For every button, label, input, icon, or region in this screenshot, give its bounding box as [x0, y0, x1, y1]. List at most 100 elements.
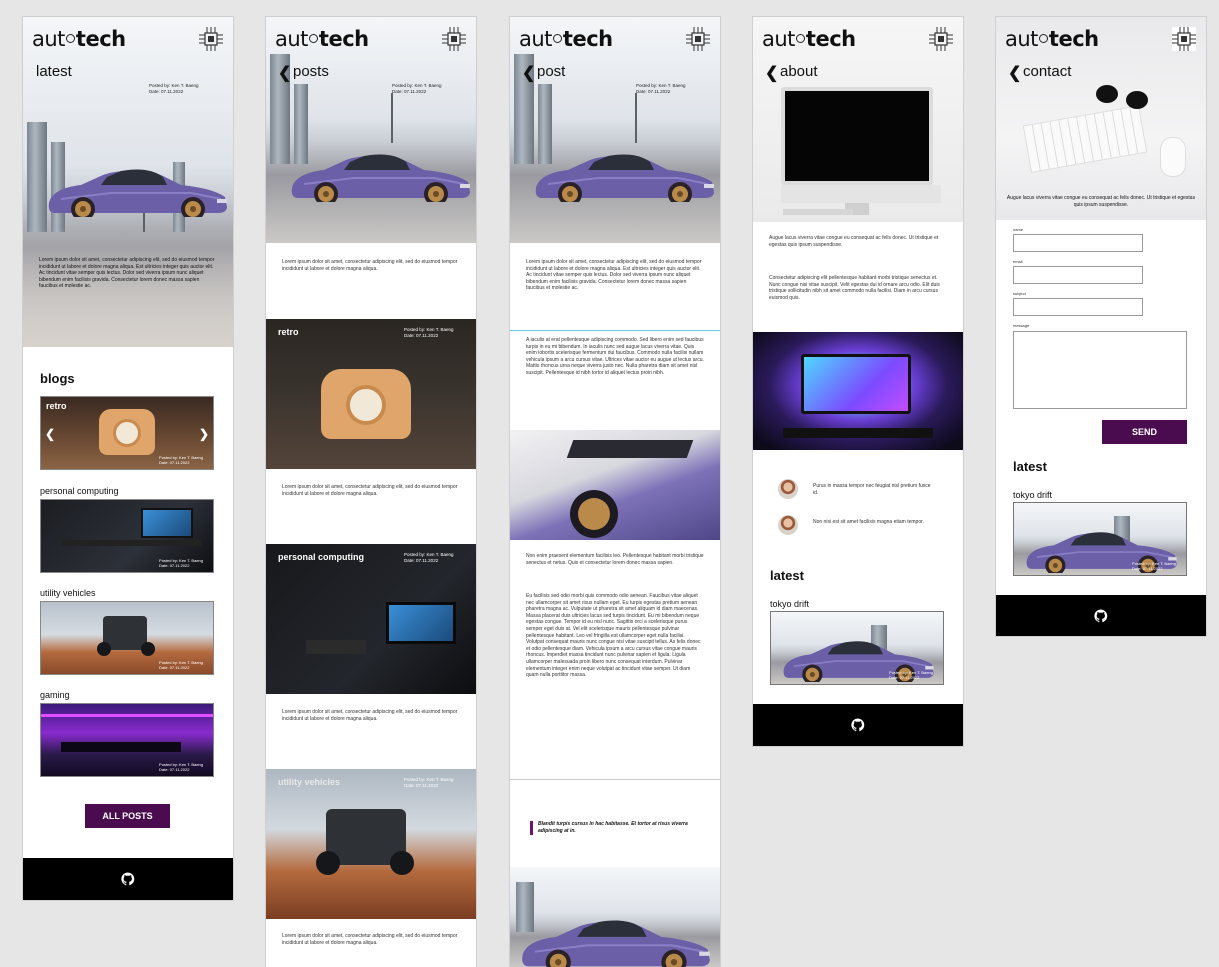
latest-item-title[interactable]: tokyo drift	[1013, 490, 1052, 500]
menu-chip-icon[interactable]	[686, 27, 710, 51]
post-meta: Posted by: Ken T. Baeng Date: 07.11.2022	[404, 777, 454, 788]
post-meta: Posted by: Ken T. Baeng Date: 07.11.2022	[404, 327, 454, 338]
about-image	[753, 332, 963, 450]
page-title: posts	[293, 63, 329, 80]
menu-chip-icon[interactable]	[929, 27, 953, 51]
back-chevron-icon[interactable]: ❮	[522, 63, 535, 83]
post-paragraph: Eu facilisis sed odio morbi quis commodo…	[526, 593, 701, 679]
page-title: about	[780, 63, 818, 80]
latest-heading: latest	[1013, 459, 1047, 474]
footer	[23, 858, 233, 900]
about-paragraph: Consectetur adipiscing elit pellentesque…	[769, 275, 940, 301]
section-title: retro	[278, 327, 299, 337]
card-meta: Posted by: Ken T. Baeng Date: 07.11.2022	[159, 455, 203, 465]
post-meta: Posted by: Ken T. Baeng Date: 07.11.2022	[149, 83, 199, 94]
message-label: message	[1013, 323, 1030, 328]
contact-text: Augue lacus viverra vitae congue eu cons…	[1006, 195, 1196, 208]
latest-card[interactable]: Posted by: Ken T. Baeng Date: 07.11.2022	[1013, 502, 1187, 576]
car-image	[290, 153, 471, 202]
post-excerpt: Lorem ipsum dolor sit amet, consectetur …	[282, 933, 458, 946]
subject-input[interactable]	[1013, 298, 1143, 316]
blogs-heading: blogs	[40, 371, 75, 386]
blockquote: Blandit turpis cursus in hac habitasse. …	[530, 821, 700, 835]
post-paragraph: A iaculis at erat pellentesque adipiscin…	[526, 337, 704, 376]
back-chevron-icon[interactable]: ❮	[278, 63, 291, 83]
menu-chip-icon[interactable]	[199, 27, 223, 51]
divider	[510, 330, 720, 331]
footer	[753, 704, 963, 746]
screen-posts: aut tech ❮ posts Posted by: Ken T. Baeng D…	[266, 17, 476, 967]
avatar	[778, 515, 798, 535]
header: aut tech	[23, 17, 233, 63]
latest-item-title[interactable]: tokyo drift	[770, 599, 809, 609]
avatar	[778, 479, 798, 499]
section-title: utility vehicles	[278, 777, 341, 787]
logo[interactable]: aut tech	[275, 26, 369, 52]
category-card[interactable]: Posted by: Ken T. Baeng Date: 07.11.2022	[40, 601, 214, 675]
post-paragraph: Lorem ipsum dolor sit amet, consectetur …	[526, 259, 702, 292]
name-input[interactable]	[1013, 234, 1143, 252]
post-section[interactable]: retro Posted by: Ken T. Baeng Date: 07.11…	[266, 319, 476, 469]
message-textarea[interactable]	[1013, 331, 1187, 409]
logo[interactable]: aut tech	[762, 26, 856, 52]
section-title: personal computing	[278, 552, 365, 562]
name-label: name	[1013, 227, 1024, 232]
menu-chip-icon[interactable]	[1172, 27, 1196, 51]
latest-heading: latest	[770, 568, 804, 583]
screen-contact: aut tech ❮ contact Augue lacus viverra vi…	[996, 17, 1206, 636]
github-icon[interactable]	[121, 872, 135, 886]
logo[interactable]: aut tech	[519, 26, 613, 52]
post-excerpt: Lorem ipsum dolor sit amet, consectetur …	[282, 484, 458, 497]
carousel[interactable]: retro ❮ ❯ Posted by: Ken T. Baeng Date: 0…	[40, 396, 214, 470]
footer	[996, 595, 1206, 636]
post-section[interactable]: personal computing Posted by: Ken T. Bae…	[266, 544, 476, 694]
post-meta: Posted by: Ken T. Baeng Date: 07.11.2022	[636, 83, 686, 94]
carousel-next-icon[interactable]: ❯	[199, 427, 209, 441]
category-title[interactable]: personal computing	[40, 486, 119, 496]
post-meta: Posted by: Ken T. Baeng Date: 07.11.2022	[392, 83, 442, 94]
screen-about: aut tech ❮ about Augue lacus viverra vita…	[753, 17, 963, 746]
card-meta: Posted by: Ken T. Baeng Date: 07.11.2022	[159, 762, 203, 772]
divider	[510, 779, 720, 780]
car-image	[521, 919, 711, 967]
category-title[interactable]: gaming	[40, 690, 70, 700]
page-title: latest	[36, 63, 72, 80]
carousel-prev-icon[interactable]: ❮	[45, 427, 55, 441]
post-section[interactable]: utility vehicles Posted by: Ken T. Baeng…	[266, 769, 476, 919]
card-meta: Posted by: Ken T. Baeng Date: 07.11.2022	[159, 660, 203, 670]
car-image	[47, 168, 228, 217]
menu-chip-icon[interactable]	[442, 27, 466, 51]
about-paragraph: Augue lacus viverra vitae congue eu cons…	[769, 235, 939, 248]
email-label: email	[1013, 259, 1023, 264]
post-excerpt: Lorem ipsum dolor sit amet, consectetur …	[282, 259, 458, 272]
header: aut tech	[266, 17, 476, 63]
card-meta: Posted by: Ken T. Baeng Date: 07.11.2022	[159, 558, 203, 568]
team-quote: Purus in massa tempor nec feugiat nisl p…	[813, 483, 931, 496]
latest-card[interactable]: Posted by: Ken T. Baeng Date: 07.11.2022	[770, 611, 944, 685]
back-chevron-icon[interactable]: ❮	[1008, 63, 1021, 83]
email-input[interactable]	[1013, 266, 1143, 284]
header: aut tech	[753, 17, 963, 63]
header: aut tech	[510, 17, 720, 63]
send-button[interactable]: SEND	[1102, 420, 1187, 444]
category-card[interactable]: Posted by: Ken T. Baeng Date: 07.11.2022	[40, 499, 214, 573]
carousel-label: retro	[46, 401, 67, 411]
car-image	[534, 153, 715, 202]
category-card[interactable]: Posted by: Ken T. Baeng Date: 07.11.2022	[40, 703, 214, 777]
post-excerpt: Lorem ipsum dolor sit amet, consectetur …	[282, 709, 458, 722]
card-meta: Posted by: Ken T. Baeng Date: 07.11.2022	[1132, 561, 1176, 571]
github-icon[interactable]	[1094, 609, 1108, 623]
category-title[interactable]: utility vehicles	[40, 588, 96, 598]
header: aut tech	[996, 17, 1206, 63]
screen-post: aut tech ❮ post Posted by: Ken T. Baeng Da…	[510, 17, 720, 967]
hero-text: Lorem ipsum dolor sit amet, consectetur …	[39, 257, 215, 290]
post-image	[510, 867, 720, 967]
logo[interactable]: aut tech	[32, 26, 126, 52]
back-chevron-icon[interactable]: ❮	[765, 63, 778, 83]
page-title: contact	[1023, 63, 1072, 80]
subject-label: subject	[1013, 291, 1026, 296]
github-icon[interactable]	[851, 718, 865, 732]
logo[interactable]: aut tech	[1005, 26, 1099, 52]
all-posts-button[interactable]: ALL POSTS	[85, 804, 170, 828]
page-title: post	[537, 63, 566, 80]
